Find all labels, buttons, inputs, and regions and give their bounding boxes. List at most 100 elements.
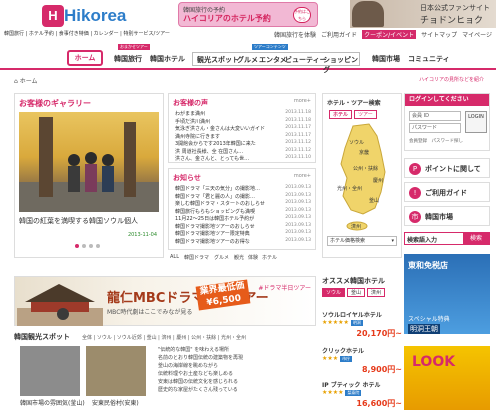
hotel-tab-seoul[interactable]: ソウル [322, 288, 346, 297]
nav-beauty[interactable]: ビューティー [285, 55, 327, 65]
map-tab-tour[interactable]: ツアー [354, 110, 377, 119]
util-guide-link[interactable]: ご利用ガイド [321, 30, 357, 39]
breadcrumb-home[interactable]: ホーム [20, 78, 38, 85]
search-button[interactable]: 検索 [463, 233, 489, 244]
list-item[interactable]: 気泳ぎ洪さん・金さんは大変いいガイド 2013.11.17 [175, 125, 311, 133]
list-item[interactable]: 韓国ドラマ撮影地ツアーのお得な 2013.09.13 [175, 238, 311, 246]
list-item[interactable]: 韓国ドラマ「君と麗の人」の撮影… 2013.09.13 [175, 193, 311, 201]
list-item[interactable]: 3開館会からです2013年韓国に来た 2013.11.12 [175, 140, 311, 148]
map-label-gongju: 公州・扶餘 [353, 165, 378, 172]
spot-caption-andong[interactable]: 安東民俗村(安東) [92, 398, 139, 407]
hotel-card[interactable]: IP ブティック ホテル ★★★★ 梨泰院 16,600円~ [322, 380, 402, 408]
points-button[interactable]: P ポイントに関して [404, 158, 490, 178]
list-item[interactable]: 韓国ドラマ撮影地ツアーのおしらせ 2013.09.13 [175, 223, 311, 231]
list-item[interactable]: 楽しむ韓国ドラマ・スタートのおしらせ 2013.09.13 [175, 200, 311, 208]
tab-all[interactable]: ALL [170, 254, 179, 260]
celebrity-photo [352, 1, 384, 27]
util-sitemap-link[interactable]: サイトマップ [421, 30, 457, 39]
tab-hotel[interactable]: ホテル [262, 254, 277, 261]
list-item[interactable]: わがまま満州 2013.11.18 [175, 110, 311, 118]
nav-market[interactable]: 韓国市場 [372, 54, 400, 64]
home-icon[interactable]: ⌂ [14, 78, 18, 85]
spots-title: 韓国観光スポット [14, 333, 70, 341]
tab-gourmet[interactable]: グルメ [214, 254, 229, 261]
drama-tour-banner[interactable]: 龍仁MBCドラマ半日ツアー MBC時代劇はここでみなが見る 業界最低価 ¥6,5… [14, 276, 316, 326]
list-item[interactable]: 満州寺院に行きます 2013.11.17 [175, 133, 311, 141]
subnav-links[interactable]: 韓国旅行 | ホテル予約 | 食事付き特価 | カレンダー | 特別サービス/ツ… [4, 30, 170, 37]
gallery-dot[interactable] [75, 244, 79, 248]
voices-list: わがまま満州 2013.11.18 手頃だ洪川満州 2013.11.18 気泳ぎ洪さ… [175, 110, 311, 163]
logo-mark: H [42, 5, 64, 27]
korea-map: ソウル 京畿 公州・扶餘 慶州 光州・全州 釜山 済州 [337, 123, 386, 231]
tab-experience[interactable]: 体験 [248, 254, 258, 261]
gallery-dot[interactable] [89, 244, 93, 248]
list-item[interactable]: 韓国旅行もらもショッピングも満喫 2013.09.13 [175, 208, 311, 216]
hotel-tab-jeju[interactable]: 済州 [367, 288, 386, 297]
list-item[interactable]: 韓国ドラマ撮影地ツアー限定特典 2013.09.13 [175, 230, 311, 238]
hotel-price-select[interactable]: ホテル価格検索 ▾ [327, 236, 397, 246]
nav-spots[interactable]: 観光スポット [197, 55, 239, 65]
map-label-jeju: 済州 [351, 223, 361, 230]
spot-text-line: 釜山の海岸線を眺めながら [158, 363, 219, 369]
map-tabs: ホテル ツアー [329, 110, 377, 119]
map-title: ホテル・ツアー検索 [327, 100, 381, 107]
member-id-field[interactable]: 会員 ID [409, 111, 461, 121]
hotel-tab-busan[interactable]: 釜山 [347, 288, 366, 297]
gallery-dot[interactable] [96, 244, 100, 248]
map-label-gwangju: 光州・全州 [337, 185, 362, 192]
spots-region-tabs[interactable]: 全体 | ソウル | ソウル近郊 | 釜山 | 済州 | 慶州 | 公州・扶餘 … [82, 334, 246, 341]
category-tabs: ALL 韓国ドラマ グルメ 観光 体験 ホテル [168, 254, 316, 262]
voices-more-link[interactable]: more+ [294, 98, 311, 104]
util-tour-link[interactable]: 韓国旅行を体験 [274, 30, 316, 39]
util-mypage-link[interactable]: マイページ [462, 30, 492, 39]
nav-tour[interactable]: 韓国旅行 [114, 54, 142, 64]
map-label-busan: 釜山 [369, 197, 379, 204]
look-ad[interactable]: LOOK [404, 346, 490, 410]
nav-home[interactable]: ホーム [67, 50, 103, 66]
hotel-promo-banner[interactable]: 韓国旅行の予約 ハイコリアのホテル予約 予約はこちら [178, 2, 318, 27]
tab-drama[interactable]: 韓国ドラマ [184, 254, 209, 261]
spot-caption-busan[interactable]: 韓国市場の雰囲気(釜山) [20, 398, 85, 407]
password-field[interactable]: パスワード [409, 123, 461, 133]
duty-free-ad[interactable]: 東和免税店 スペシャル特典 明洞王朝 [404, 254, 490, 334]
nav-shopping[interactable]: ショッピング [323, 55, 359, 75]
nav-entertainment[interactable]: エンタメ [259, 55, 287, 65]
gallery-dot[interactable] [82, 244, 86, 248]
search-input[interactable]: 検索語入力 [407, 235, 437, 244]
list-item[interactable]: 韓国ドラマ「三天の気分」の撮影地… 2013.09.13 [175, 185, 311, 193]
guide-button[interactable]: ! ご利用ガイド [404, 182, 490, 202]
utility-nav: 韓国旅行を体験 ご利用ガイド クーポン/イベント サイトマップ マイページ [274, 30, 492, 39]
spot-photo-andong[interactable] [86, 346, 146, 396]
list-item[interactable]: 洪 周道社長様、全 在国さん… 2013.11.12 [175, 148, 311, 156]
hotel-card[interactable]: ソウルロイヤルホテル ★★★★★ 明洞 20,170円~ [322, 310, 402, 338]
gallery-photo[interactable] [19, 112, 159, 212]
login-links[interactable]: 会員登録 パスワード探し [409, 138, 463, 144]
market-button[interactable]: 市 韓国市場 [404, 206, 490, 226]
fansite-banner[interactable]: 日本公式ファンサイト チョドンヒョク [350, 0, 496, 28]
fansite-line1: 日本公式ファンサイト [420, 4, 490, 12]
news-more-link[interactable]: more+ [294, 173, 311, 179]
spot-photo-busan[interactable] [20, 346, 80, 396]
tab-sightseeing[interactable]: 観光 [234, 254, 244, 261]
nav-hotel[interactable]: 韓国ホテル [150, 54, 185, 64]
news-list: 韓国ドラマ「三天の気分」の撮影地… 2013.09.13 韓国ドラマ「君と麗の人」… [175, 185, 311, 245]
hotel-name: クリックホテル [322, 348, 365, 355]
site-logo[interactable]: H Hikorea [42, 5, 126, 27]
promo-line2: ハイコリアのホテル予約 [183, 14, 271, 23]
hotel-card[interactable]: クリックホテル ★★★ 市庁 8,900円~ [322, 346, 402, 374]
list-item[interactable]: 手頃だ洪川満州 2013.11.18 [175, 118, 311, 126]
util-coupon-link[interactable]: クーポン/イベント [362, 30, 417, 39]
hotel-price: 20,170円~ [356, 329, 402, 338]
nav-community[interactable]: コミュニティ [408, 54, 450, 64]
list-item[interactable]: 洪さん、金さんと、とっても世… 2013.11.10 [175, 155, 311, 163]
hotel-name: IP ブティック ホテル [322, 382, 381, 389]
login-button[interactable]: LOGIN [465, 111, 487, 133]
palace-illustration [17, 284, 103, 326]
hotels-title: オススメ韓国ホテル [322, 277, 385, 285]
market-label: 韓国市場 [425, 213, 453, 221]
hotel-name: ソウルロイヤルホテル [322, 312, 382, 319]
nav-gourmet[interactable]: グルメ [237, 55, 258, 65]
list-item[interactable]: 11月22～25日は韓国ホテル予約が 2013.09.13 [175, 215, 311, 223]
map-tab-hotel[interactable]: ホテル [329, 110, 353, 119]
hotel-area-badge: 明洞 [350, 320, 363, 326]
